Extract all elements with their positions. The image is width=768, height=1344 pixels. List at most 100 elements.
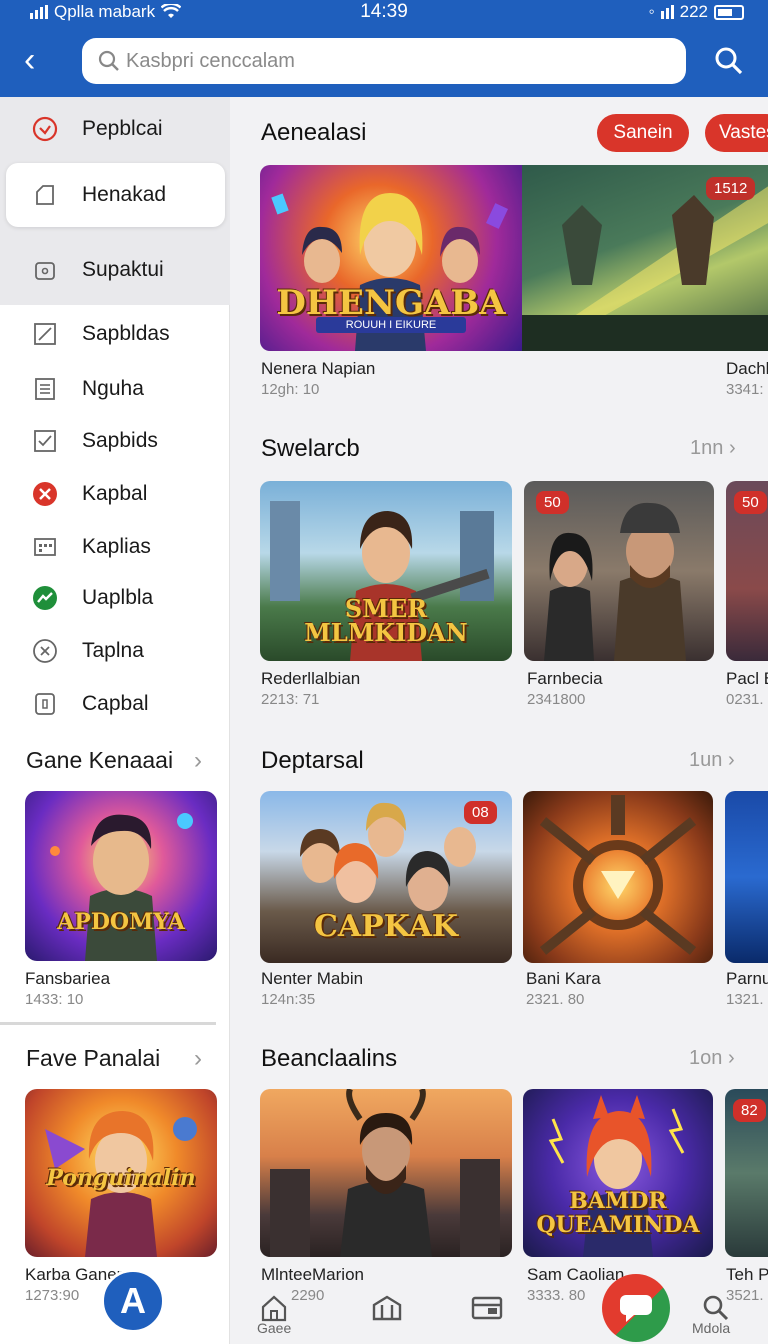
sidebar-item-nguha[interactable]: Nguha	[0, 363, 230, 415]
sidebar-item-label: Pepblcai	[82, 117, 163, 140]
search-button-icon[interactable]	[710, 42, 748, 80]
chat-fab-button[interactable]	[602, 1274, 670, 1342]
list-icon	[32, 376, 58, 402]
top-app-bar: Qplla mabark 14:39 ◦ 222 ‹ Kasbpri cencc…	[0, 0, 768, 97]
sidebar-item-kaplias[interactable]: Kaplias	[0, 521, 230, 573]
search-field[interactable]: Kasbpri cenccalam	[82, 38, 686, 84]
tile-title: Bani Kara	[526, 969, 601, 988]
battery-percent: 222	[679, 2, 708, 21]
fab-letter: A	[120, 1280, 146, 1321]
sidebar: Pepblcai Henakad Supaktui Sapbldas Nguha…	[0, 97, 230, 1344]
filter-pill-sanein[interactable]: Sanein	[597, 114, 689, 152]
featured-item-title: Nenera Napian	[261, 359, 376, 378]
character-art	[270, 1089, 500, 1257]
tile-badge: 50	[536, 491, 569, 514]
tile-title: Farnbecia	[527, 669, 603, 688]
main-content: Aenealasi Sanein Vastes DHENGABA ROUUH I…	[231, 97, 768, 1344]
game-card-title: Fansbariea	[25, 969, 111, 988]
featured-item-meta: 12gh: 10	[261, 381, 320, 398]
chevron-right-icon: ›	[194, 746, 202, 774]
sidebar-item-capbal[interactable]: Capbal	[0, 678, 230, 730]
see-more-text: 1on	[689, 1047, 723, 1069]
game-card-image[interactable]: Ponguinalin	[25, 1089, 217, 1257]
game-tile-image[interactable]: 50	[726, 481, 768, 661]
game-card-art-title: Ponguinalin	[46, 1165, 196, 1191]
bottom-nav: Gaee Mdola	[230, 1282, 768, 1344]
game-card-meta: 1433: 10	[25, 991, 84, 1008]
game-tile-image[interactable]: 82	[725, 1089, 768, 1257]
game-tile-image[interactable]	[523, 791, 713, 963]
back-arrow-icon[interactable]: ‹	[24, 40, 58, 80]
chevron-right-icon: ›	[727, 1047, 735, 1069]
sidebar-item-label: Sapbids	[82, 429, 158, 452]
chevron-right-icon: ›	[194, 1044, 202, 1072]
see-more-link[interactable]: 1nn ›	[690, 437, 736, 460]
tile-badge: 08	[464, 801, 497, 824]
sidebar-item-label: Nguha	[82, 377, 144, 400]
search-placeholder: Kasbpri cenccalam	[126, 49, 295, 72]
sidebar-item-sapbids[interactable]: Sapbids	[0, 415, 230, 467]
section-title[interactable]: Fave Panalai ›	[26, 1045, 202, 1072]
featured-banner[interactable]: DHENGABA ROUUH I EIKURE 1512	[260, 165, 768, 351]
featured-item-meta: 3341:	[726, 381, 764, 398]
sidebar-item-label: Taplna	[82, 639, 144, 662]
chevron-right-icon: ›	[727, 749, 735, 771]
sidebar-item-label: Sapbldas	[82, 322, 170, 345]
tile-meta: 124n:35	[261, 991, 316, 1008]
cube-icon	[32, 182, 58, 208]
home-tab-label: Gaee	[257, 1320, 292, 1336]
sidebar-item-label: Uaplbla	[82, 586, 154, 609]
game-tile-image[interactable]: BAMDR QUEAMINDA	[523, 1089, 713, 1257]
divider	[0, 1022, 216, 1025]
banner-art-subtitle: ROUUH I EIKURE	[316, 317, 466, 333]
search-icon	[703, 1295, 729, 1321]
tile-badge: 50	[734, 491, 767, 514]
tile-meta: 0231.	[726, 691, 764, 708]
chat-icon	[620, 1295, 652, 1322]
see-more-link[interactable]: 1on ›	[689, 1047, 735, 1070]
home-icon	[261, 1295, 287, 1322]
tile-art-title: BAMDR QUEAMINDA	[536, 1188, 700, 1238]
emblem-art	[539, 795, 697, 955]
game-card-art-title: APDOMYA	[57, 909, 185, 935]
library-icon	[372, 1295, 402, 1321]
trend-icon	[32, 585, 58, 611]
game-tile-image[interactable]	[725, 791, 768, 963]
news-icon	[471, 1296, 503, 1320]
sidebar-item-supaktui[interactable]: Supaktui	[0, 244, 230, 296]
tile-art-title: SMER MLMKIDAN	[304, 594, 468, 647]
sidebar-item-pepblcai[interactable]: Pepblcai	[0, 103, 230, 155]
section-title-text: Gane Kenaaai	[26, 747, 174, 773]
section-title: Deptarsal	[261, 747, 364, 774]
battery-icon	[714, 4, 744, 20]
game-tile-image[interactable]	[260, 1089, 512, 1257]
sidebar-item-taplna[interactable]: Taplna	[0, 625, 230, 677]
status-bar: Qplla mabark 14:39 ◦ 222	[0, 0, 768, 26]
see-more-link[interactable]: 1un ›	[689, 749, 735, 772]
check-circle-icon	[32, 116, 58, 142]
game-tile-image[interactable]: 50	[524, 481, 714, 661]
sidebar-item-sapbldas[interactable]: Sapbldas	[0, 308, 230, 360]
chevron-right-icon: ›	[728, 437, 736, 459]
see-more-text: 1nn	[690, 437, 724, 459]
cell-signal-icon	[660, 5, 674, 19]
account-fab-button[interactable]: A	[101, 1269, 165, 1333]
box-icon	[32, 257, 58, 283]
search-tab-label: Mdola	[692, 1320, 731, 1336]
game-tile-image[interactable]: 08 CAPKAK	[260, 791, 512, 963]
game-tile-image[interactable]: SMER MLMKIDAN	[260, 481, 512, 661]
tile-title: Nenter Mabin	[261, 969, 364, 988]
info-square-icon	[32, 691, 58, 717]
sidebar-item-kapbal[interactable]: Kapbal	[0, 468, 230, 520]
game-card-image[interactable]: APDOMYA	[25, 791, 217, 961]
tile-meta: 2321. 80	[526, 991, 585, 1008]
location-icon: ◦	[648, 2, 655, 21]
sidebar-item-henakad[interactable]: Henakad	[6, 163, 225, 227]
library-tab[interactable]	[367, 1288, 407, 1328]
sidebar-item-uaplbla[interactable]: Uaplbla	[0, 572, 230, 624]
news-tab[interactable]	[467, 1288, 507, 1328]
section-title[interactable]: Gane Kenaaai ›	[26, 747, 202, 774]
filter-pill-vastes[interactable]: Vastes	[705, 114, 768, 152]
featured-banner-right: 1512	[522, 165, 768, 351]
tile-title: Rederllalbian	[261, 669, 361, 688]
